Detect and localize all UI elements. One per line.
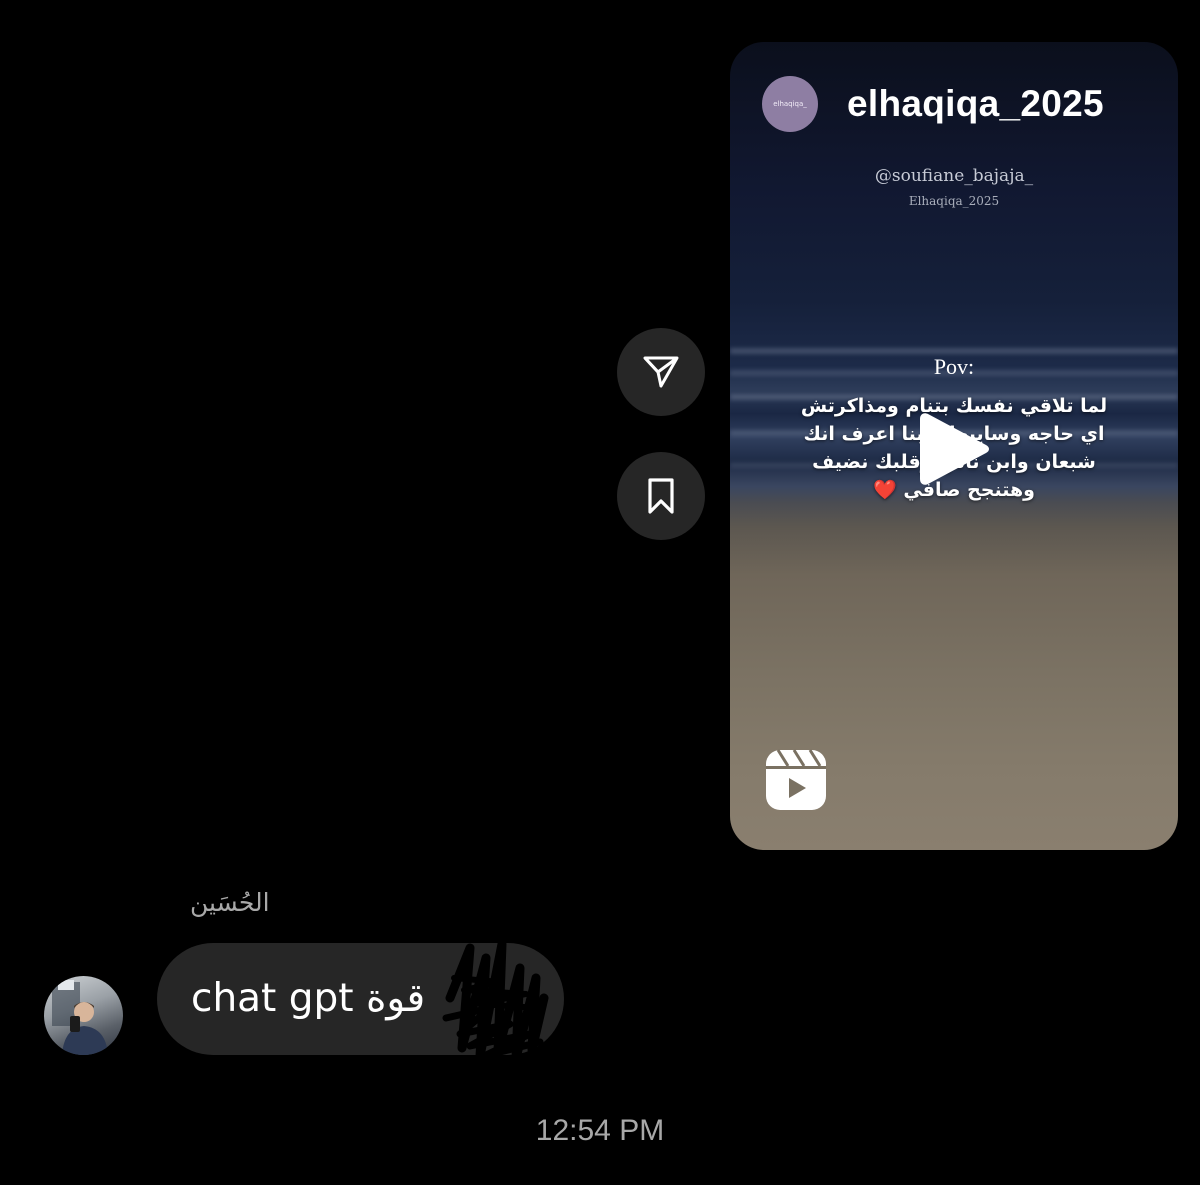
sender-name: الحُسَين — [190, 888, 270, 917]
bookmark-icon — [648, 478, 674, 514]
avatar-photo — [52, 980, 108, 1055]
message-timestamp: 12:54 PM — [535, 1114, 665, 1147]
play-icon[interactable] — [920, 410, 990, 488]
message-text: chat gpt قوة — [191, 976, 426, 1021]
reel-overlay-watermark: Elhaqiqa_2025 — [908, 194, 1000, 208]
reels-icon — [766, 749, 826, 810]
shared-reel-card[interactable]: elhaqiqa_ elhaqiqa_2025 @soufiane_bajaja… — [730, 42, 1178, 850]
heart-emoji: ❤️ — [873, 479, 897, 501]
reel-header[interactable]: elhaqiqa_ elhaqiqa_2025 — [762, 76, 1104, 132]
reel-author-avatar[interactable]: elhaqiqa_ — [762, 76, 818, 132]
reel-author-username[interactable]: elhaqiqa_2025 — [847, 83, 1104, 125]
reel-overlay-handle: @soufiane_bajaja_ — [874, 166, 1034, 186]
reel-author-avatar-text: elhaqiqa_ — [773, 100, 807, 108]
redaction-scribble — [442, 939, 549, 1060]
paper-plane-icon — [643, 356, 679, 388]
save-button[interactable] — [617, 452, 705, 540]
reel-overlay-pov: Pov: — [933, 354, 975, 379]
share-button[interactable] — [617, 328, 705, 416]
sender-avatar[interactable] — [44, 976, 123, 1055]
